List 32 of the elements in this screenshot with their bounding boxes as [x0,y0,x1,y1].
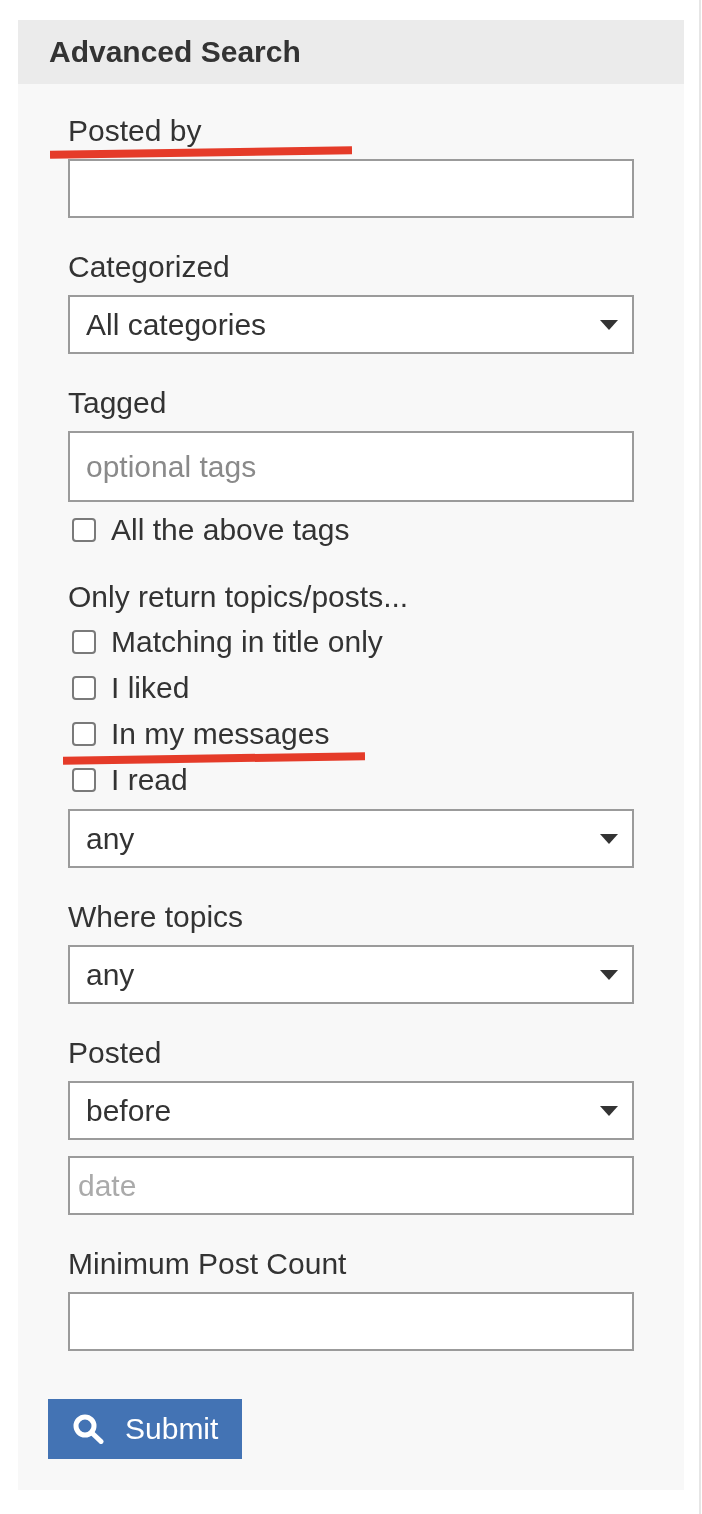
caret-icon [600,833,618,844]
checkbox-label[interactable]: I read [111,765,188,795]
field-label: Posted by [68,116,203,146]
dropdown[interactable]: any [68,809,634,868]
checkbox-label[interactable]: All the above tags [111,515,350,545]
caret-icon [600,969,618,980]
search-icon [73,1414,104,1444]
field-label: Tagged [68,388,168,418]
field-label: Posted [68,1038,163,1068]
dropdown[interactable]: any [68,945,634,1004]
checkbox-label[interactable]: Matching in title only [111,627,383,657]
checkbox[interactable] [72,722,96,746]
input-field[interactable] [68,1292,634,1351]
checkbox[interactable] [72,676,96,700]
submit-button[interactable]: Submit [48,1399,242,1459]
checkbox-label[interactable]: In my messages [111,719,330,749]
panel-title: Advanced Search [49,35,301,69]
input-field[interactable]: date [68,1156,634,1215]
input-field[interactable] [68,159,634,218]
checkbox-label[interactable]: I liked [111,673,190,703]
field-label: Minimum Post Count [68,1249,348,1279]
field-label: Where topics [68,902,245,932]
dropdown[interactable]: before [68,1081,634,1140]
checkbox[interactable] [72,518,96,542]
checkbox[interactable] [72,630,96,654]
input-field[interactable]: optional tags [68,431,634,502]
dropdown[interactable]: All categories [68,295,634,354]
caret-icon [600,1105,618,1116]
checkbox[interactable] [72,768,96,792]
section-label: Only return topics/posts... [68,582,410,612]
field-label: Categorized [68,252,231,282]
caret-icon [600,319,618,330]
